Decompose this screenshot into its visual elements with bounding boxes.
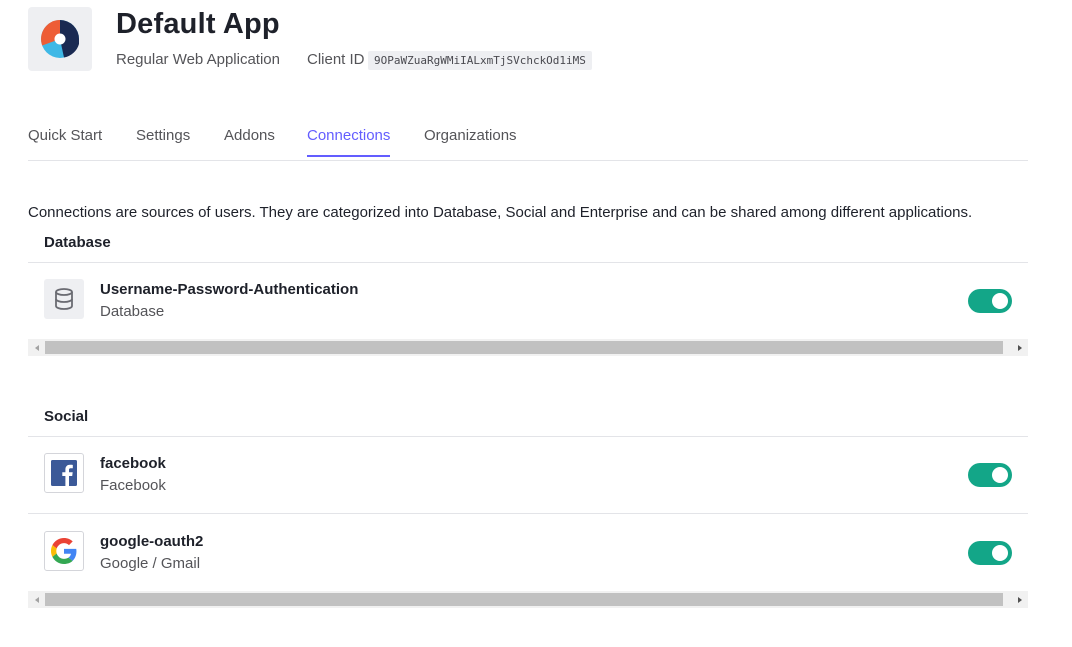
connection-name: google-oauth2 [100, 533, 204, 550]
client-id-value[interactable]: 9OPaWZuaRgWMiIALxmTjSVchckOd1iMS [368, 51, 592, 70]
connection-enabled-toggle[interactable] [968, 541, 1012, 565]
app-title: Default App [116, 8, 280, 40]
scroll-right-arrow-icon[interactable] [1011, 591, 1028, 608]
tab-bar: Quick Start Settings Addons Connections … [28, 118, 1028, 161]
app-type: Regular Web Application [116, 51, 280, 68]
toggle-knob [992, 545, 1008, 561]
tab-connections[interactable]: Connections [307, 127, 391, 157]
database-icon [44, 279, 84, 319]
app-logo [28, 7, 92, 71]
tab-organizations[interactable]: Organizations [424, 127, 517, 155]
connection-enabled-toggle[interactable] [968, 289, 1012, 313]
connection-name: Username-Password-Authentication [100, 281, 359, 298]
connections-description: Connections are sources of users. They a… [28, 204, 973, 221]
tab-settings[interactable]: Settings [136, 127, 190, 155]
scroll-left-arrow-icon[interactable] [28, 339, 45, 356]
facebook-icon [44, 453, 84, 493]
horizontal-scrollbar[interactable] [28, 339, 1028, 356]
horizontal-scrollbar[interactable] [28, 591, 1028, 608]
scrollbar-thumb[interactable] [45, 341, 1003, 354]
client-id-label: Client ID [307, 51, 365, 68]
scrollbar-thumb[interactable] [45, 593, 1003, 606]
connection-row-facebook: facebook Facebook [28, 437, 1028, 514]
connection-name: facebook [100, 455, 166, 472]
connection-type: Facebook [100, 477, 166, 494]
scroll-right-arrow-icon[interactable] [1011, 339, 1028, 356]
connection-enabled-toggle[interactable] [968, 463, 1012, 487]
connection-row-username-password: Username-Password-Authentication Databas… [28, 263, 1028, 339]
database-section-heading: Database [44, 234, 111, 251]
tab-addons[interactable]: Addons [224, 127, 275, 155]
toggle-knob [992, 467, 1008, 483]
connection-type: Database [100, 303, 165, 320]
scroll-left-arrow-icon[interactable] [28, 591, 45, 608]
connection-row-google-oauth2: google-oauth2 Google / Gmail [28, 515, 1028, 591]
tab-quick-start[interactable]: Quick Start [28, 127, 102, 155]
connection-type: Google / Gmail [100, 555, 201, 572]
google-icon [44, 531, 84, 571]
auth0-app-logo-icon [41, 20, 79, 58]
toggle-knob [992, 293, 1008, 309]
social-section-heading: Social [44, 408, 89, 425]
